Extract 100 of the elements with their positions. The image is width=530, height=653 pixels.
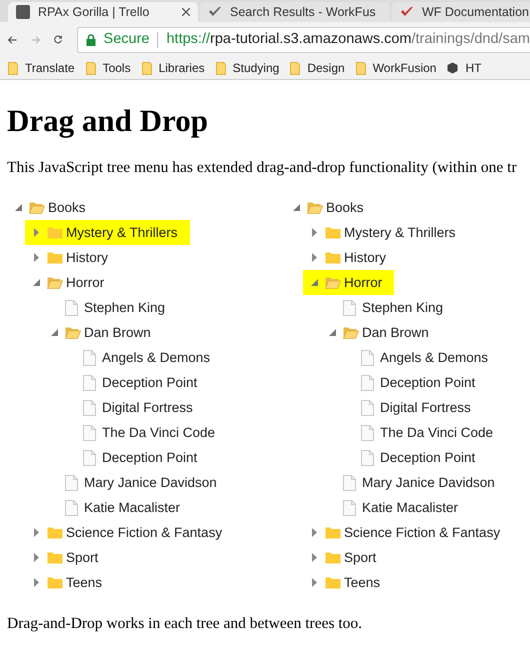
intro-text: This JavaScript tree menu has extended drag-and-drop functionality (within one tr xyxy=(7,158,518,178)
folder-icon xyxy=(47,551,63,564)
file-icon xyxy=(65,474,78,491)
collapse-arrow-icon[interactable] xyxy=(292,204,300,212)
browser-tab[interactable]: RPAx Gorilla | Trello xyxy=(8,2,198,22)
url-text: https://rpa-tutorial.s3.amazonaws.com/trainings/dnd/sam xyxy=(166,30,530,49)
lock-icon xyxy=(86,34,96,46)
footer-text: Drag-and-Drop works in each tree and between trees too. xyxy=(7,614,364,634)
file-icon xyxy=(65,300,78,316)
tree-item[interactable]: Books xyxy=(7,195,98,220)
folder-icon xyxy=(325,576,341,590)
file-icon xyxy=(83,450,96,466)
tree-item[interactable]: History xyxy=(303,245,398,270)
bookmark[interactable]: Translate xyxy=(8,59,75,77)
bookmark[interactable]: Design xyxy=(290,59,345,77)
folder-icon xyxy=(47,251,63,264)
tree-item[interactable]: Mary Janice Davidson xyxy=(321,470,507,496)
tree-item[interactable]: Digital Fortress xyxy=(339,395,483,420)
bookmark[interactable]: HT xyxy=(447,59,482,77)
tree-item[interactable]: Deception Point xyxy=(61,445,210,470)
tree-item[interactable]: Deception Point xyxy=(61,370,210,396)
file-icon xyxy=(361,450,374,466)
tree-item[interactable]: Horror xyxy=(25,270,116,296)
tree-item[interactable]: Deception Point xyxy=(339,445,488,470)
expand-arrow-icon[interactable] xyxy=(34,528,38,538)
collapse-arrow-icon[interactable] xyxy=(32,279,40,286)
folder-icon xyxy=(325,526,341,540)
address-bar[interactable]: Secure https://rpa-tutorial.s3.amazonaws.com/trainings/dnd/sam xyxy=(76,26,530,52)
tree-item[interactable]: Dan Brown xyxy=(43,320,163,346)
page-heading: Drag and Drop xyxy=(7,103,209,139)
secure-label: Secure xyxy=(104,30,150,49)
tree-item[interactable]: Stephen King xyxy=(321,295,456,320)
file-icon xyxy=(361,374,374,391)
tree-item[interactable]: Teens xyxy=(25,570,114,596)
expand-arrow-icon[interactable] xyxy=(34,578,38,588)
expand-arrow-icon[interactable] xyxy=(312,553,316,562)
file-icon xyxy=(83,424,96,441)
tree-item[interactable]: Mary Janice Davidson xyxy=(43,470,229,496)
open-folder-icon xyxy=(65,326,81,340)
bookmark[interactable]: Studying xyxy=(216,59,280,77)
file-icon xyxy=(83,400,96,416)
collapse-arrow-icon[interactable] xyxy=(50,329,58,336)
tree-item[interactable]: Katie Macalister xyxy=(321,495,470,520)
folder-icon xyxy=(325,251,341,264)
tree-item[interactable]: The Da Vinci Code xyxy=(339,420,506,446)
tree-item[interactable]: Mystery & Thrillers xyxy=(25,220,190,246)
browser-tab[interactable]: Search Results - WorkFus xyxy=(200,2,390,22)
open-folder-icon xyxy=(47,276,63,290)
file-icon xyxy=(343,300,356,316)
tab-title: RPAx Gorilla | Trello xyxy=(38,4,150,21)
tree-item[interactable]: The Da Vinci Code xyxy=(61,420,228,446)
close-icon[interactable] xyxy=(182,8,190,16)
tree-item[interactable]: Books xyxy=(285,195,376,220)
tree-item[interactable]: Stephen King xyxy=(43,295,178,320)
tree-item[interactable]: Science Fiction & Fantasy xyxy=(303,520,512,546)
tree-item[interactable]: History xyxy=(25,245,120,270)
tree-item[interactable]: Science Fiction & Fantasy xyxy=(25,520,234,546)
file-icon xyxy=(361,400,374,416)
file-icon xyxy=(361,350,374,366)
collapse-arrow-icon[interactable] xyxy=(328,329,336,336)
tree-item[interactable]: Sport xyxy=(25,545,110,570)
tree-item[interactable]: Angels & Demons xyxy=(339,345,500,370)
file-icon xyxy=(83,350,96,366)
expand-arrow-icon[interactable] xyxy=(312,253,316,262)
tree-item[interactable]: Sport xyxy=(303,545,388,570)
expand-arrow-icon[interactable] xyxy=(34,228,38,238)
expand-arrow-icon[interactable] xyxy=(312,578,316,588)
file-icon xyxy=(361,424,374,441)
tree-item[interactable]: Mystery & Thrillers xyxy=(303,220,468,246)
open-folder-icon xyxy=(307,201,323,214)
folder-icon xyxy=(290,62,300,74)
tree-item[interactable]: Deception Point xyxy=(339,370,488,396)
bookmark[interactable]: WorkFusion xyxy=(356,59,436,77)
tree-item[interactable]: Katie Macalister xyxy=(43,495,192,520)
browser-tab[interactable]: WF Documentation xyxy=(392,2,530,22)
file-icon xyxy=(343,474,356,491)
file-icon xyxy=(83,374,96,391)
folder-icon xyxy=(356,62,366,74)
expand-arrow-icon[interactable] xyxy=(312,528,316,538)
tab-title: Search Results - WorkFus xyxy=(230,4,376,21)
folder-icon xyxy=(47,576,63,590)
expand-arrow-icon[interactable] xyxy=(34,553,38,562)
tree-item[interactable]: Digital Fortress xyxy=(61,395,205,420)
tab-title: WF Documentation xyxy=(422,4,529,21)
bookmark[interactable]: Tools xyxy=(86,59,131,77)
tree-item[interactable]: Horror xyxy=(303,270,394,296)
collapse-arrow-icon[interactable] xyxy=(14,204,22,212)
tree-item[interactable]: Angels & Demons xyxy=(61,345,222,370)
open-folder-icon xyxy=(343,326,359,340)
tree-item[interactable]: Teens xyxy=(303,570,392,596)
open-folder-icon xyxy=(325,276,341,290)
collapse-arrow-icon[interactable] xyxy=(310,279,318,286)
expand-arrow-icon[interactable] xyxy=(34,253,38,262)
folder-icon xyxy=(325,551,341,564)
bookmark[interactable]: Libraries xyxy=(142,59,205,77)
folder-icon xyxy=(8,62,18,74)
tree-item[interactable]: Dan Brown xyxy=(321,320,441,346)
folder-icon xyxy=(47,226,63,240)
expand-arrow-icon[interactable] xyxy=(312,228,316,238)
folder-icon xyxy=(47,526,63,540)
